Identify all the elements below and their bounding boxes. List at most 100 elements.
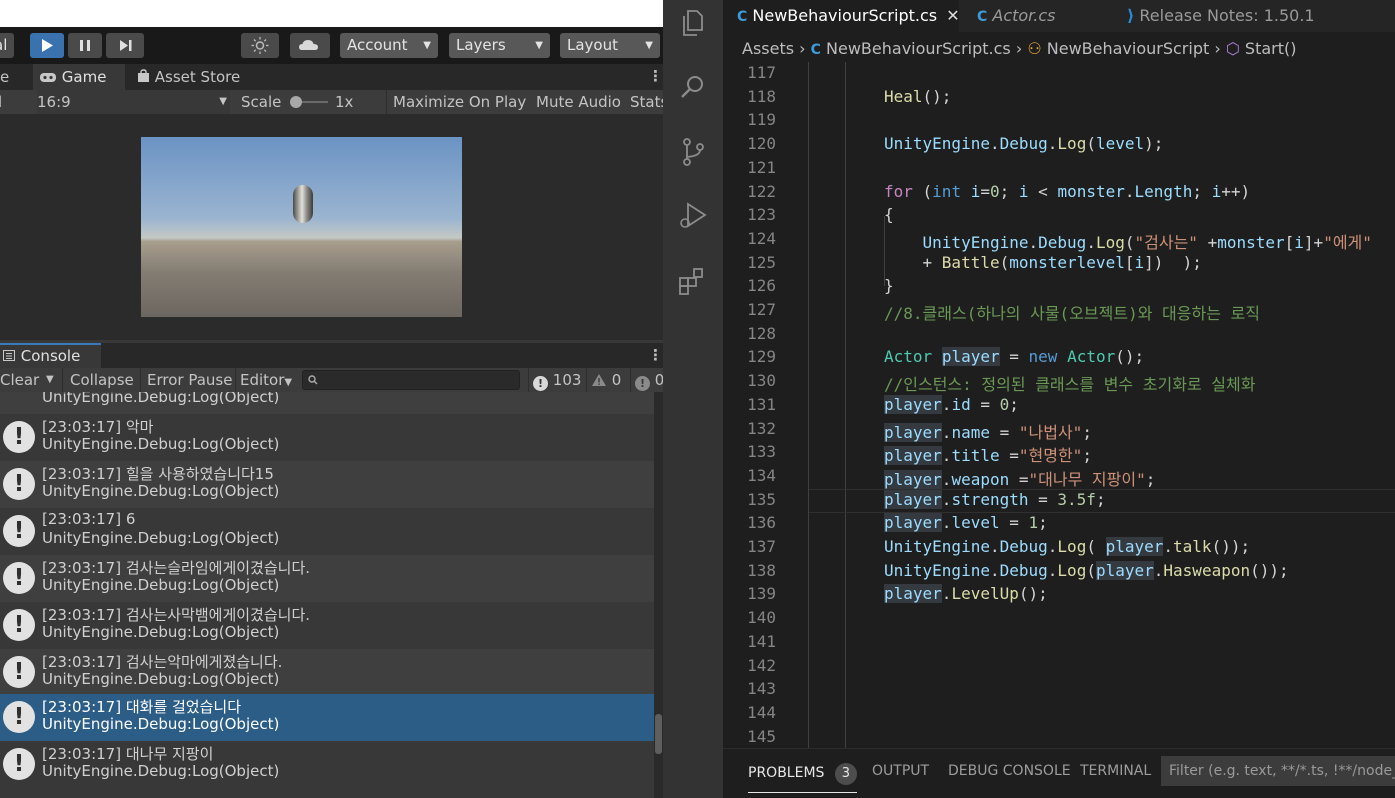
code-line[interactable]: + Battle(monsterlevel[i]) );	[884, 253, 1202, 272]
tab-terminal[interactable]: TERMINAL	[1080, 763, 1151, 779]
console-tab-bar: Console ⋮	[0, 343, 663, 368]
cloud-button[interactable]	[290, 33, 330, 58]
code-line[interactable]: for (int i=0; i < monster.Length; i++)	[884, 182, 1250, 201]
error-pause-toggle[interactable]: Error Pause	[140, 368, 233, 392]
layout-label: Layout	[567, 36, 618, 54]
slider-handle[interactable]	[290, 96, 302, 108]
error-count-toggle[interactable]: ! 0	[630, 368, 663, 392]
code-line[interactable]: }	[884, 276, 894, 295]
line-number: 126	[747, 276, 776, 295]
scale-label: Scale	[241, 93, 282, 111]
source-control-icon[interactable]	[676, 135, 710, 169]
clear-button[interactable]: Clear	[0, 368, 39, 392]
code-line[interactable]: player.strength = 3.5f;	[884, 490, 1106, 509]
collab-button[interactable]	[241, 33, 279, 58]
pause-button[interactable]	[68, 33, 102, 58]
collapse-toggle[interactable]: Collapse	[62, 368, 138, 392]
tab-problems-label: PROBLEMS	[748, 765, 825, 781]
code-line[interactable]: Actor player = new Actor();	[884, 347, 1144, 366]
tab-actor[interactable]: C Actor.cs	[963, 0, 1111, 32]
problems-filter-input[interactable]: Filter (e.g. text, **/*.ts, !**/node_m	[1161, 756, 1395, 786]
stats-toggle[interactable]: Stats	[624, 90, 663, 114]
run-debug-icon[interactable]	[676, 199, 710, 233]
code-line[interactable]: {	[884, 205, 894, 224]
console-scrollbar[interactable]	[654, 392, 663, 798]
console-entry[interactable]: ! [23:03:17] 검사는악마에게졌습니다. UnityEngine.Debu…	[0, 649, 654, 696]
console-entry-selected[interactable]: ! [23:03:17] 대화를 걸었습니다 UnityEngine.Debug:L…	[0, 694, 654, 741]
tab-game[interactable]: Game	[33, 64, 125, 90]
breadcrumb-class[interactable]: NewBehaviourScript	[1047, 39, 1210, 58]
activity-bar	[663, 0, 723, 798]
tab-problems[interactable]: PROBLEMS 3	[748, 763, 857, 793]
kebab-menu-icon[interactable]: ⋮	[648, 64, 663, 88]
code-line[interactable]: UnityEngine.Debug.Log(player.Hasweapon()…	[884, 561, 1289, 580]
console-entry[interactable]: ! [23:03:17] 검사는사막뱀에게이겼습니다. UnityEngine.De…	[0, 602, 654, 649]
mute-audio-toggle[interactable]: Mute Audio	[530, 90, 621, 114]
code-line[interactable]: UnityEngine.Debug.Log(level);	[884, 134, 1163, 153]
code-line[interactable]: player.weapon ="대나무 지팡이";	[884, 466, 1155, 490]
code-line[interactable]: //인스턴스: 정의된 클래스를 변수 초기화로 실체화	[884, 371, 1255, 395]
clear-options-dropdown[interactable]: ▼	[46, 368, 54, 392]
layout-dropdown[interactable]: Layout ▼	[560, 33, 660, 58]
tab-output[interactable]: OUTPUT	[872, 763, 929, 779]
console-entry[interactable]: ! [23:03:17] 6 UnityEngine.Debug:Log(Objec…	[0, 508, 654, 555]
tab-debug-console[interactable]: DEBUG CONSOLE	[948, 763, 1071, 779]
console-entry[interactable]: UnityEngine.Debug:Log(Object)	[0, 392, 654, 414]
step-button[interactable]	[106, 33, 144, 58]
log-icon: !	[3, 701, 35, 733]
tab-release-notes[interactable]: ⟩ Release Notes: 1.50.1	[1113, 0, 1395, 32]
code-line[interactable]: player.LevelUp();	[884, 584, 1048, 603]
layers-label: Layers	[456, 36, 506, 54]
console-entry[interactable]: ! [23:03:17] 대나무 지팡이 UnityEngine.Debug:Log…	[0, 741, 654, 788]
tab-scene[interactable]: e	[0, 64, 9, 90]
kebab-menu-icon[interactable]: ⋮	[648, 343, 663, 367]
explorer-icon[interactable]	[676, 6, 710, 40]
log-count-toggle[interactable]: ! 103	[528, 368, 583, 392]
search-icon[interactable]	[676, 70, 710, 104]
code-line[interactable]: UnityEngine.Debug.Log("검사는" +monster[i]+…	[884, 229, 1372, 253]
breadcrumb-assets[interactable]: Assets	[742, 39, 794, 58]
extensions-icon[interactable]	[676, 264, 710, 298]
tab-newbehaviourscript[interactable]: C NewBehaviourScript.cs ✕	[723, 0, 960, 32]
code-line[interactable]: player.name = "나법사";	[884, 419, 1092, 443]
scale-slider[interactable]	[290, 90, 328, 114]
line-number: 137	[747, 537, 776, 556]
play-button[interactable]	[30, 33, 64, 58]
close-icon[interactable]: ✕	[946, 6, 959, 25]
editor-tab-bar: C NewBehaviourScript.cs ✕ C Actor.cs ⟩ R…	[723, 0, 1395, 32]
line-number: 130	[747, 371, 776, 390]
console-entry[interactable]: ! [23:03:17] 힐을 사용하였습니다15 UnityEngine.Debu…	[0, 461, 654, 508]
console-entry[interactable]: ! [23:03:17] 검사는슬라임에게이겼습니다. UnityEngine.De…	[0, 555, 654, 602]
code-line[interactable]: Heal();	[884, 87, 951, 106]
tab-asset-store[interactable]: Asset Store	[137, 64, 240, 90]
console-search-input[interactable]	[302, 370, 520, 390]
display-dropdown[interactable]: l	[0, 90, 2, 114]
mute-audio-label: Mute Audio	[536, 93, 621, 111]
tab-console[interactable]: Console	[0, 343, 101, 368]
breadcrumb-file[interactable]: NewBehaviourScript.cs	[826, 39, 1011, 58]
console-entry[interactable]: ! [23:03:17] 악마 UnityEngine.Debug:Log(Obje…	[0, 414, 654, 461]
scrollbar-thumb[interactable]	[655, 714, 662, 754]
line-number: 136	[747, 513, 776, 532]
dropdown-arrow-icon: ▼	[219, 96, 227, 107]
code-line[interactable]: player.id = 0;	[884, 395, 1019, 414]
game-view[interactable]	[0, 114, 663, 340]
code-line[interactable]: player.level = 1;	[884, 513, 1048, 532]
log-icon: !	[3, 609, 35, 641]
code-line[interactable]: //8.클래스(하나의 사물(오브젝트)와 대응하는 로직	[884, 300, 1260, 324]
window-title-strip	[0, 0, 663, 27]
maximize-on-play-toggle[interactable]: Maximize On Play	[386, 90, 526, 114]
aspect-dropdown[interactable]: 16:9 ▼	[37, 90, 230, 114]
console-log-list[interactable]: UnityEngine.Debug:Log(Object) ! [23:03:17…	[0, 392, 654, 798]
code-line[interactable]: player.title ="현명한";	[884, 442, 1092, 466]
warning-count-toggle[interactable]: 0	[586, 368, 628, 392]
toolbar-left-button[interactable]: al	[0, 33, 14, 58]
game-render[interactable]	[141, 137, 462, 317]
code-editor[interactable]: 117 118 Heal(); 119 120 UnityEngine.Debug.Log…	[723, 62, 1395, 748]
line-number: 135	[747, 490, 776, 509]
account-dropdown[interactable]: Account ▼	[340, 33, 438, 58]
code-line[interactable]: UnityEngine.Debug.Log( player.talk());	[884, 537, 1250, 556]
breadcrumb-method[interactable]: Start()	[1245, 39, 1297, 58]
editor-dropdown[interactable]: Editor▼	[235, 368, 297, 392]
layers-dropdown[interactable]: Layers ▼	[449, 33, 550, 58]
